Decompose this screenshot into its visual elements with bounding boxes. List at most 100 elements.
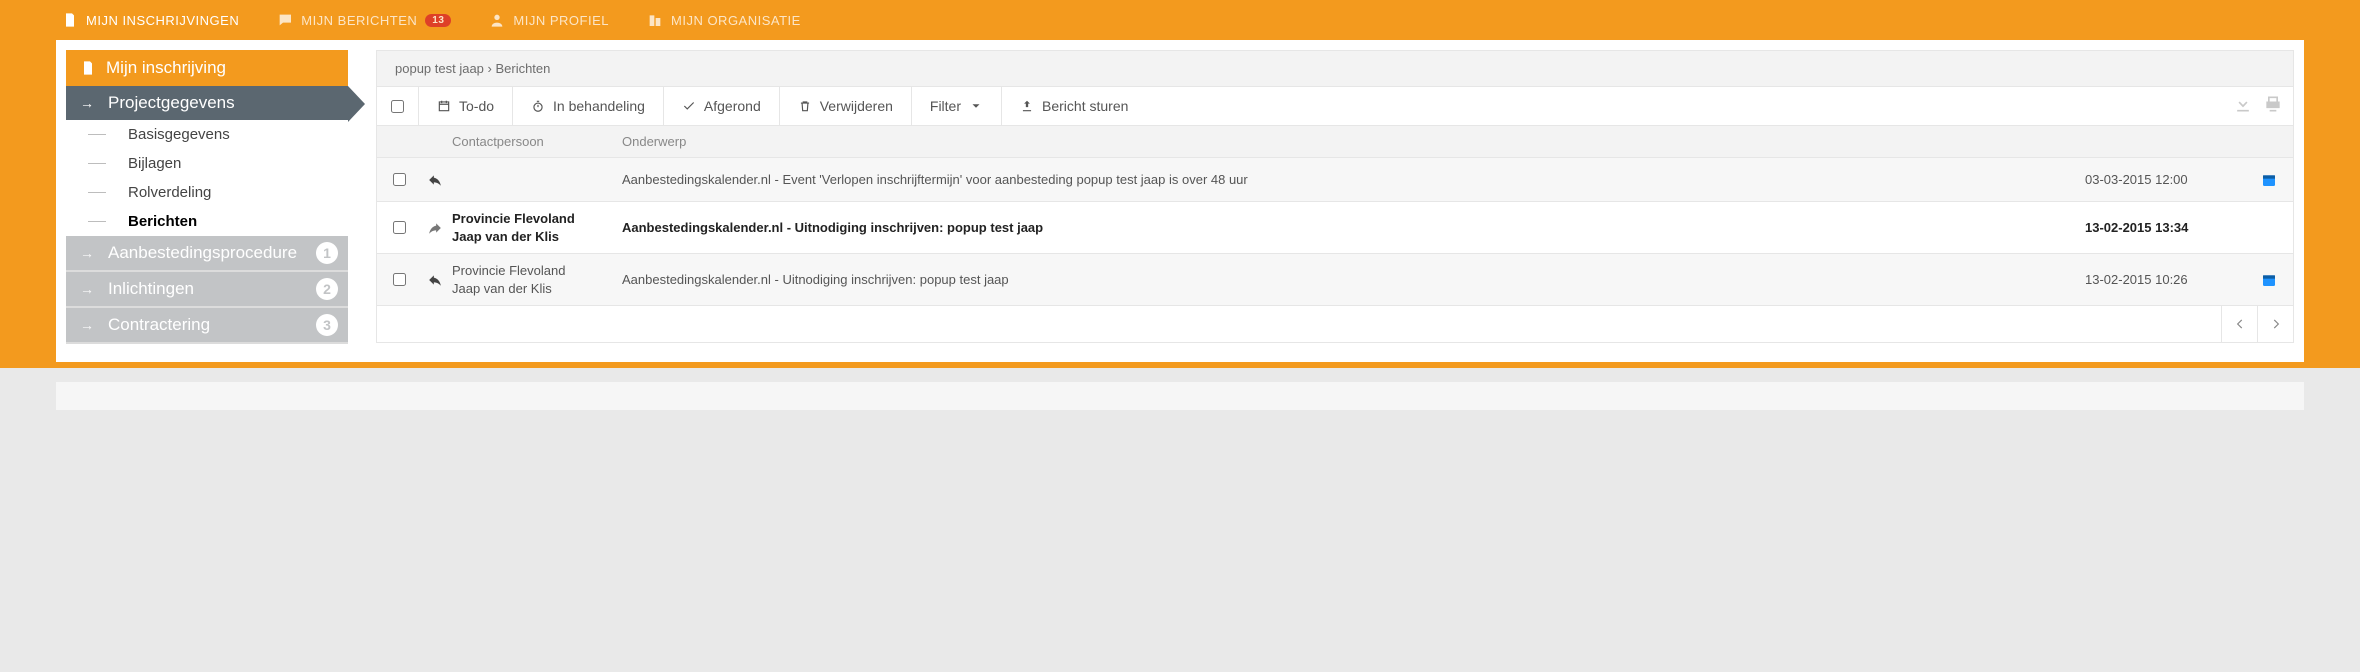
nav-berichten-label: MIJN BERICHTEN xyxy=(301,13,417,28)
stopwatch-icon xyxy=(531,99,545,113)
row-subject: Aanbestedingskalender.nl - Uitnodiging i… xyxy=(619,220,2085,235)
sidebar-item-aanbestedingsprocedure[interactable]: → Aanbestedingsprocedure 1 xyxy=(66,236,348,272)
nav-inschrijvingen[interactable]: MIJN INSCHRIJVINGEN xyxy=(62,12,239,28)
nav-organisatie-label: MIJN ORGANISATIE xyxy=(671,13,801,28)
col-date xyxy=(2085,134,2245,149)
filter-button[interactable]: Filter xyxy=(912,87,1002,125)
sidebar-sub-rolverdeling[interactable]: Rolverdeling xyxy=(66,178,348,207)
toolbar-aux xyxy=(2223,87,2293,125)
download-icon xyxy=(2233,94,2253,114)
reply-icon xyxy=(421,173,449,187)
select-all-cell[interactable] xyxy=(377,87,419,125)
dash-icon xyxy=(88,221,106,223)
nav-inschrijvingen-label: MIJN INSCHRIJVINGEN xyxy=(86,13,239,28)
chevron-right-icon xyxy=(2269,317,2283,331)
afgerond-button[interactable]: Afgerond xyxy=(664,87,780,125)
row-contact: Provincie FlevolandJaap van der Klis xyxy=(449,210,619,245)
col-icon xyxy=(421,134,449,149)
row-checkbox[interactable] xyxy=(393,221,406,234)
caret-down-icon xyxy=(969,99,983,113)
sidebar-sub-label: Berichten xyxy=(128,213,197,230)
print-icon xyxy=(2263,94,2283,114)
main-panel: popup test jaap › Berichten To-do In beh… xyxy=(376,50,2294,344)
sidebar-sub-basisgegevens[interactable]: Basisgegevens xyxy=(66,120,348,149)
bericht-sturen-button[interactable]: Bericht sturen xyxy=(1002,87,1146,125)
row-checkbox[interactable] xyxy=(393,173,406,186)
verwijderen-button[interactable]: Verwijderen xyxy=(780,87,912,125)
nav-profiel[interactable]: MIJN PROFIEL xyxy=(489,12,609,28)
sidebar-item-label: Contractering xyxy=(108,315,210,335)
dash-icon xyxy=(88,163,106,165)
table-row[interactable]: Provincie FlevolandJaap van der KlisAanb… xyxy=(376,254,2294,306)
download-button[interactable] xyxy=(2233,94,2253,119)
forward-icon xyxy=(421,221,449,235)
row-subject: Aanbestedingskalender.nl - Event 'Verlop… xyxy=(619,172,2085,187)
col-calendar xyxy=(2245,134,2293,149)
print-button[interactable] xyxy=(2263,94,2283,119)
sidebar-item-label: Projectgegevens xyxy=(108,93,235,113)
toolbar: To-do In behandeling Afgerond Verwijdere… xyxy=(376,86,2294,126)
calendar-icon[interactable] xyxy=(2245,172,2293,188)
table-row[interactable]: Aanbestedingskalender.nl - Event 'Verlop… xyxy=(376,158,2294,202)
in-behandeling-label: In behandeling xyxy=(553,98,645,114)
step-number: 1 xyxy=(316,242,338,264)
dash-icon xyxy=(88,134,106,136)
arrow-right-icon: → xyxy=(80,245,94,261)
top-nav-bar: MIJN INSCHRIJVINGEN MIJN BERICHTEN 13 MI… xyxy=(0,0,2360,40)
prev-page-button[interactable] xyxy=(2221,306,2257,342)
table-body: Aanbestedingskalender.nl - Event 'Verlop… xyxy=(376,158,2294,306)
calendar-icon xyxy=(437,99,451,113)
next-page-button[interactable] xyxy=(2257,306,2293,342)
sidebar-item-inlichtingen[interactable]: → Inlichtingen 2 xyxy=(66,272,348,308)
table-row[interactable]: Provincie FlevolandJaap van der KlisAanb… xyxy=(376,202,2294,254)
col-checkbox xyxy=(377,134,421,149)
building-icon xyxy=(647,12,663,28)
sidebar-item-label: Inlichtingen xyxy=(108,279,194,299)
todo-button[interactable]: To-do xyxy=(419,87,513,125)
bericht-sturen-label: Bericht sturen xyxy=(1042,98,1128,114)
arrow-right-icon: → xyxy=(80,95,94,111)
row-contact: Provincie FlevolandJaap van der Klis xyxy=(449,262,619,297)
upload-icon xyxy=(1020,99,1034,113)
sidebar-sub-berichten[interactable]: Berichten xyxy=(66,207,348,236)
filter-label: Filter xyxy=(930,98,961,114)
reply-icon xyxy=(421,273,449,287)
check-icon xyxy=(682,99,696,113)
select-all-checkbox[interactable] xyxy=(391,100,404,113)
arrow-right-icon: → xyxy=(80,281,94,297)
contact-org: Provincie Flevoland xyxy=(452,262,616,280)
contact-name: Jaap van der Klis xyxy=(452,280,616,298)
row-date: 13-02-2015 13:34 xyxy=(2085,220,2245,235)
row-subject: Aanbestedingskalender.nl - Uitnodiging i… xyxy=(619,272,2085,287)
col-subject: Onderwerp xyxy=(619,134,2085,149)
col-contact: Contactpersoon xyxy=(449,134,619,149)
document-icon xyxy=(62,12,78,28)
in-behandeling-button[interactable]: In behandeling xyxy=(513,87,664,125)
content-card: Mijn inschrijving → Projectgegevens Basi… xyxy=(56,40,2304,362)
nav-profiel-label: MIJN PROFIEL xyxy=(513,13,609,28)
contact-name: Jaap van der Klis xyxy=(452,228,616,246)
sidebar-sub-bijlagen[interactable]: Bijlagen xyxy=(66,149,348,178)
row-checkbox[interactable] xyxy=(393,273,406,286)
trash-icon xyxy=(798,99,812,113)
sidebar-sub-label: Bijlagen xyxy=(128,155,181,172)
row-date: 03-03-2015 12:00 xyxy=(2085,172,2245,187)
calendar-icon[interactable] xyxy=(2245,272,2293,288)
breadcrumb: popup test jaap › Berichten xyxy=(376,50,2294,86)
nav-organisatie[interactable]: MIJN ORGANISATIE xyxy=(647,12,801,28)
document-icon xyxy=(80,60,96,76)
sidebar-item-contractering[interactable]: → Contractering 3 xyxy=(66,308,348,344)
dash-icon xyxy=(88,192,106,194)
step-number: 2 xyxy=(316,278,338,300)
table-header: Contactpersoon Onderwerp xyxy=(376,126,2294,158)
chevron-left-icon xyxy=(2233,317,2247,331)
sidebar-header: Mijn inschrijving xyxy=(66,50,348,86)
verwijderen-label: Verwijderen xyxy=(820,98,893,114)
sidebar-item-projectgegevens[interactable]: → Projectgegevens xyxy=(66,86,348,120)
sidebar: Mijn inschrijving → Projectgegevens Basi… xyxy=(66,50,348,344)
sidebar-sub-label: Basisgegevens xyxy=(128,126,230,143)
nav-berichten[interactable]: MIJN BERICHTEN 13 xyxy=(277,12,451,28)
step-number: 3 xyxy=(316,314,338,336)
sidebar-sub-label: Rolverdeling xyxy=(128,184,211,201)
bottom-strip xyxy=(56,382,2304,410)
